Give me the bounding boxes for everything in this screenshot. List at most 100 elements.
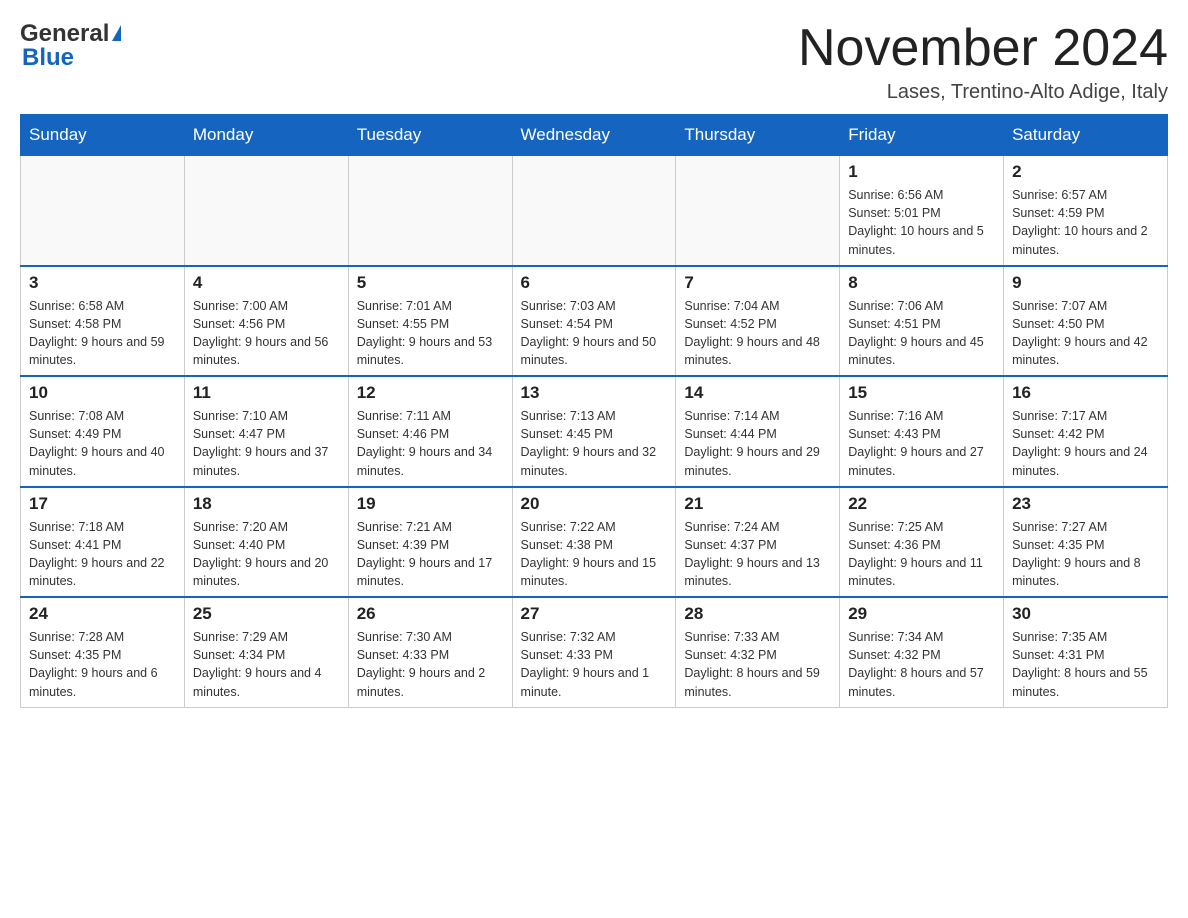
- day-number: 15: [848, 383, 995, 403]
- sun-info: Sunrise: 7:28 AMSunset: 4:35 PMDaylight:…: [29, 628, 176, 701]
- day-number: 9: [1012, 273, 1159, 293]
- calendar-week-row: 10 Sunrise: 7:08 AMSunset: 4:49 PMDayligh…: [21, 376, 1168, 487]
- day-number: 11: [193, 383, 340, 403]
- calendar-header-row: SundayMondayTuesdayWednesdayThursdayFrid…: [21, 115, 1168, 156]
- calendar-cell: 23Sunrise: 7:27 AMSunset: 4:35 PMDayligh…: [1004, 487, 1168, 598]
- sun-info: Sunrise: 7:30 AMSunset: 4:33 PMDaylight:…: [357, 628, 504, 701]
- sun-info: Sunrise: 7:13 AMSunset: 4:45 PMDaylight:…: [521, 407, 668, 480]
- sun-info: Sunrise: 7:24 AMSunset: 4:37 PMDaylight:…: [684, 518, 831, 591]
- sun-info: Sunrise: 6:57 AMSunset: 4:59 PMDaylight:…: [1012, 186, 1159, 259]
- sun-info: Sunrise: 7:06 AMSunset: 4:51 PMDaylight:…: [848, 297, 995, 370]
- calendar-cell: 12 Sunrise: 7:11 AMSunset: 4:46 PMDayligh…: [348, 376, 512, 487]
- calendar-cell: 4 Sunrise: 7:00 AMSunset: 4:56 PMDaylight…: [184, 266, 348, 377]
- calendar-cell: 2Sunrise: 6:57 AMSunset: 4:59 PMDaylight…: [1004, 156, 1168, 266]
- calendar-cell: 10 Sunrise: 7:08 AMSunset: 4:49 PMDayligh…: [21, 376, 185, 487]
- day-number: 3: [29, 273, 176, 293]
- calendar-cell: [21, 156, 185, 266]
- calendar-cell: 1 Sunrise: 6:56 AMSunset: 5:01 PMDaylight…: [840, 156, 1004, 266]
- day-number: 26: [357, 604, 504, 624]
- day-number: 14: [684, 383, 831, 403]
- calendar-week-row: 1 Sunrise: 6:56 AMSunset: 5:01 PMDaylight…: [21, 156, 1168, 266]
- day-number: 5: [357, 273, 504, 293]
- sun-info: Sunrise: 7:10 AMSunset: 4:47 PMDaylight:…: [193, 407, 340, 480]
- day-number: 10: [29, 383, 176, 403]
- sun-info: Sunrise: 7:01 AMSunset: 4:55 PMDaylight:…: [357, 297, 504, 370]
- sun-info: Sunrise: 7:11 AMSunset: 4:46 PMDaylight:…: [357, 407, 504, 480]
- calendar-cell: 18 Sunrise: 7:20 AMSunset: 4:40 PMDayligh…: [184, 487, 348, 598]
- month-title: November 2024: [798, 20, 1168, 77]
- col-header-wednesday: Wednesday: [512, 115, 676, 156]
- day-number: 25: [193, 604, 340, 624]
- calendar-cell: [348, 156, 512, 266]
- logo-blue: Blue: [22, 44, 74, 72]
- sun-info: Sunrise: 7:08 AMSunset: 4:49 PMDaylight:…: [29, 407, 176, 480]
- calendar-cell: 7Sunrise: 7:04 AMSunset: 4:52 PMDaylight…: [676, 266, 840, 377]
- day-number: 4: [193, 273, 340, 293]
- day-number: 18: [193, 494, 340, 514]
- calendar-cell: 20 Sunrise: 7:22 AMSunset: 4:38 PMDayligh…: [512, 487, 676, 598]
- col-header-tuesday: Tuesday: [348, 115, 512, 156]
- col-header-monday: Monday: [184, 115, 348, 156]
- col-header-sunday: Sunday: [21, 115, 185, 156]
- day-number: 23: [1012, 494, 1159, 514]
- day-number: 24: [29, 604, 176, 624]
- calendar-cell: 27Sunrise: 7:32 AMSunset: 4:33 PMDayligh…: [512, 597, 676, 707]
- calendar-cell: 8 Sunrise: 7:06 AMSunset: 4:51 PMDaylight…: [840, 266, 1004, 377]
- calendar-cell: 14 Sunrise: 7:14 AMSunset: 4:44 PMDayligh…: [676, 376, 840, 487]
- calendar-week-row: 3 Sunrise: 6:58 AMSunset: 4:58 PMDaylight…: [21, 266, 1168, 377]
- sun-info: Sunrise: 6:56 AMSunset: 5:01 PMDaylight:…: [848, 186, 995, 259]
- day-number: 27: [521, 604, 668, 624]
- calendar-cell: 28Sunrise: 7:33 AMSunset: 4:32 PMDayligh…: [676, 597, 840, 707]
- sun-info: Sunrise: 7:20 AMSunset: 4:40 PMDaylight:…: [193, 518, 340, 591]
- calendar-cell: 30 Sunrise: 7:35 AMSunset: 4:31 PMDayligh…: [1004, 597, 1168, 707]
- col-header-saturday: Saturday: [1004, 115, 1168, 156]
- day-number: 12: [357, 383, 504, 403]
- day-number: 1: [848, 162, 995, 182]
- calendar-table: SundayMondayTuesdayWednesdayThursdayFrid…: [20, 114, 1168, 708]
- col-header-friday: Friday: [840, 115, 1004, 156]
- logo: General Blue: [20, 20, 121, 72]
- calendar-cell: 24 Sunrise: 7:28 AMSunset: 4:35 PMDayligh…: [21, 597, 185, 707]
- calendar-week-row: 24 Sunrise: 7:28 AMSunset: 4:35 PMDayligh…: [21, 597, 1168, 707]
- calendar-cell: 21Sunrise: 7:24 AMSunset: 4:37 PMDayligh…: [676, 487, 840, 598]
- day-number: 17: [29, 494, 176, 514]
- day-number: 20: [521, 494, 668, 514]
- calendar-cell: 26 Sunrise: 7:30 AMSunset: 4:33 PMDayligh…: [348, 597, 512, 707]
- calendar-cell: [512, 156, 676, 266]
- sun-info: Sunrise: 7:04 AMSunset: 4:52 PMDaylight:…: [684, 297, 831, 370]
- sun-info: Sunrise: 7:07 AMSunset: 4:50 PMDaylight:…: [1012, 297, 1159, 370]
- calendar-cell: 5 Sunrise: 7:01 AMSunset: 4:55 PMDaylight…: [348, 266, 512, 377]
- sun-info: Sunrise: 7:33 AMSunset: 4:32 PMDaylight:…: [684, 628, 831, 701]
- logo-triangle-icon: [112, 25, 121, 41]
- sun-info: Sunrise: 7:16 AMSunset: 4:43 PMDaylight:…: [848, 407, 995, 480]
- calendar-cell: 9 Sunrise: 7:07 AMSunset: 4:50 PMDaylight…: [1004, 266, 1168, 377]
- calendar-cell: 19Sunrise: 7:21 AMSunset: 4:39 PMDayligh…: [348, 487, 512, 598]
- sun-info: Sunrise: 7:34 AMSunset: 4:32 PMDaylight:…: [848, 628, 995, 701]
- calendar-cell: [184, 156, 348, 266]
- day-number: 22: [848, 494, 995, 514]
- sun-info: Sunrise: 6:58 AMSunset: 4:58 PMDaylight:…: [29, 297, 176, 370]
- calendar-cell: 15 Sunrise: 7:16 AMSunset: 4:43 PMDayligh…: [840, 376, 1004, 487]
- sun-info: Sunrise: 7:21 AMSunset: 4:39 PMDaylight:…: [357, 518, 504, 591]
- calendar-cell: 6Sunrise: 7:03 AMSunset: 4:54 PMDaylight…: [512, 266, 676, 377]
- sun-info: Sunrise: 7:14 AMSunset: 4:44 PMDaylight:…: [684, 407, 831, 480]
- sun-info: Sunrise: 7:35 AMSunset: 4:31 PMDaylight:…: [1012, 628, 1159, 701]
- calendar-cell: 17 Sunrise: 7:18 AMSunset: 4:41 PMDayligh…: [21, 487, 185, 598]
- col-header-thursday: Thursday: [676, 115, 840, 156]
- calendar-cell: 3 Sunrise: 6:58 AMSunset: 4:58 PMDaylight…: [21, 266, 185, 377]
- day-number: 16: [1012, 383, 1159, 403]
- sun-info: Sunrise: 7:03 AMSunset: 4:54 PMDaylight:…: [521, 297, 668, 370]
- day-number: 8: [848, 273, 995, 293]
- calendar-cell: 29Sunrise: 7:34 AMSunset: 4:32 PMDayligh…: [840, 597, 1004, 707]
- calendar-cell: 13Sunrise: 7:13 AMSunset: 4:45 PMDayligh…: [512, 376, 676, 487]
- calendar-cell: [676, 156, 840, 266]
- calendar-cell: 16Sunrise: 7:17 AMSunset: 4:42 PMDayligh…: [1004, 376, 1168, 487]
- page-header: General Blue November 2024 Lases, Trenti…: [20, 20, 1168, 104]
- sun-info: Sunrise: 7:25 AMSunset: 4:36 PMDaylight:…: [848, 518, 995, 591]
- sun-info: Sunrise: 7:00 AMSunset: 4:56 PMDaylight:…: [193, 297, 340, 370]
- sun-info: Sunrise: 7:22 AMSunset: 4:38 PMDaylight:…: [521, 518, 668, 591]
- day-number: 30: [1012, 604, 1159, 624]
- sun-info: Sunrise: 7:29 AMSunset: 4:34 PMDaylight:…: [193, 628, 340, 701]
- sun-info: Sunrise: 7:18 AMSunset: 4:41 PMDaylight:…: [29, 518, 176, 591]
- calendar-cell: 22 Sunrise: 7:25 AMSunset: 4:36 PMDayligh…: [840, 487, 1004, 598]
